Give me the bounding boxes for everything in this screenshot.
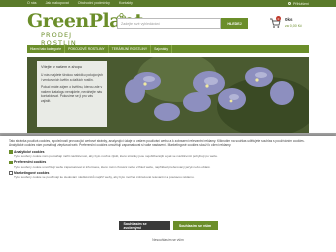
welcome-paragraph: U nás najdete širokou nabídku pokojových… [41, 73, 103, 82]
hero-banner: Vítejte v našem e-shopu U nás najdete ši… [27, 57, 309, 133]
cookie-option-desc: Tyto soubory cookie nám pomáhají měřit n… [14, 154, 218, 158]
accept-selected-button[interactable]: Souhlasím se zvolenými [118, 221, 170, 230]
marketing-checkbox[interactable] [9, 171, 13, 175]
accept-all-button[interactable]: Souhlasím se vším [172, 221, 218, 230]
top-links: O nás Jak nakupovat Obchodní podmínky Ko… [27, 0, 133, 7]
top-link-how-to-buy[interactable]: Jak nakupovat [46, 0, 69, 7]
cart-price: za 0,00 Kč [285, 24, 302, 28]
nav-item-terrarium[interactable]: TERÁRIJNÍ ROSTLINY [109, 45, 152, 53]
welcome-card: Vítejte v našem e-shopu U nás najdete ši… [37, 61, 107, 127]
cookie-option-desc: Tyto soubory cookie umožňují webu zapama… [14, 164, 211, 169]
cookie-option-preferences: Preferenční cookies Tyto soubory cookie … [9, 160, 327, 169]
cart[interactable]: 0 0ks za 0,00 Kč [269, 16, 314, 32]
login-link[interactable]: Přihlášení [288, 0, 309, 7]
cookie-buttons: Souhlasím se zvolenými Souhlasím se vším [0, 221, 336, 230]
welcome-heading: Vítejte v našem e-shopu [41, 65, 82, 69]
cookie-option-desc: Tyto soubory cookie se používají ke sled… [14, 175, 195, 179]
user-icon [288, 2, 292, 5]
cart-count-badge: 0 [276, 16, 281, 21]
top-link-terms[interactable]: Obchodní podmínky [78, 0, 110, 7]
cookie-consent-panel: Tato stránka používá cookies, společnost… [0, 136, 336, 252]
cart-items: 0ks [285, 17, 293, 22]
reject-all-link[interactable]: Nesouhlasím se vším [0, 238, 336, 242]
analytics-checkbox[interactable] [9, 150, 13, 154]
welcome-paragraph: Pokud máte zájem o květinu, kterou zde v… [41, 85, 103, 103]
logo[interactable]: GreenPlant PRODEJ ROSTLIN [27, 10, 143, 47]
search-button[interactable]: HLEDEJ [221, 18, 248, 29]
preferences-checkbox[interactable] [9, 160, 13, 165]
main-nav: Hlavní tato kategorie POKOJOVÉ ROSTLINY … [27, 45, 309, 53]
search-bar: Zadejte své vyhledávání HLEDEJ [117, 18, 248, 29]
logo-title: GreenPlant [27, 10, 143, 32]
top-link-contacts[interactable]: Kontakty [119, 0, 133, 7]
nav-item-catalog[interactable]: Hlavní tato kategorie [27, 45, 66, 53]
cookie-option-marketing: Marketingové cookies Tyto soubory cookie… [9, 171, 327, 180]
login-label: Přihlášení [293, 1, 309, 6]
cookie-option-analytics: Analytické cookies Tyto soubory cookie n… [9, 150, 327, 159]
cookie-intro-2: Analytické cookies nám pomáhají zlepšova… [9, 143, 232, 148]
search-input[interactable]: Zadejte své vyhledávání [117, 18, 221, 29]
nav-item-succulents[interactable]: Sajonáky [151, 45, 173, 53]
top-link-about[interactable]: O nás [27, 0, 37, 7]
nav-item-indoor[interactable]: POKOJOVÉ ROSTLINY [65, 45, 109, 53]
